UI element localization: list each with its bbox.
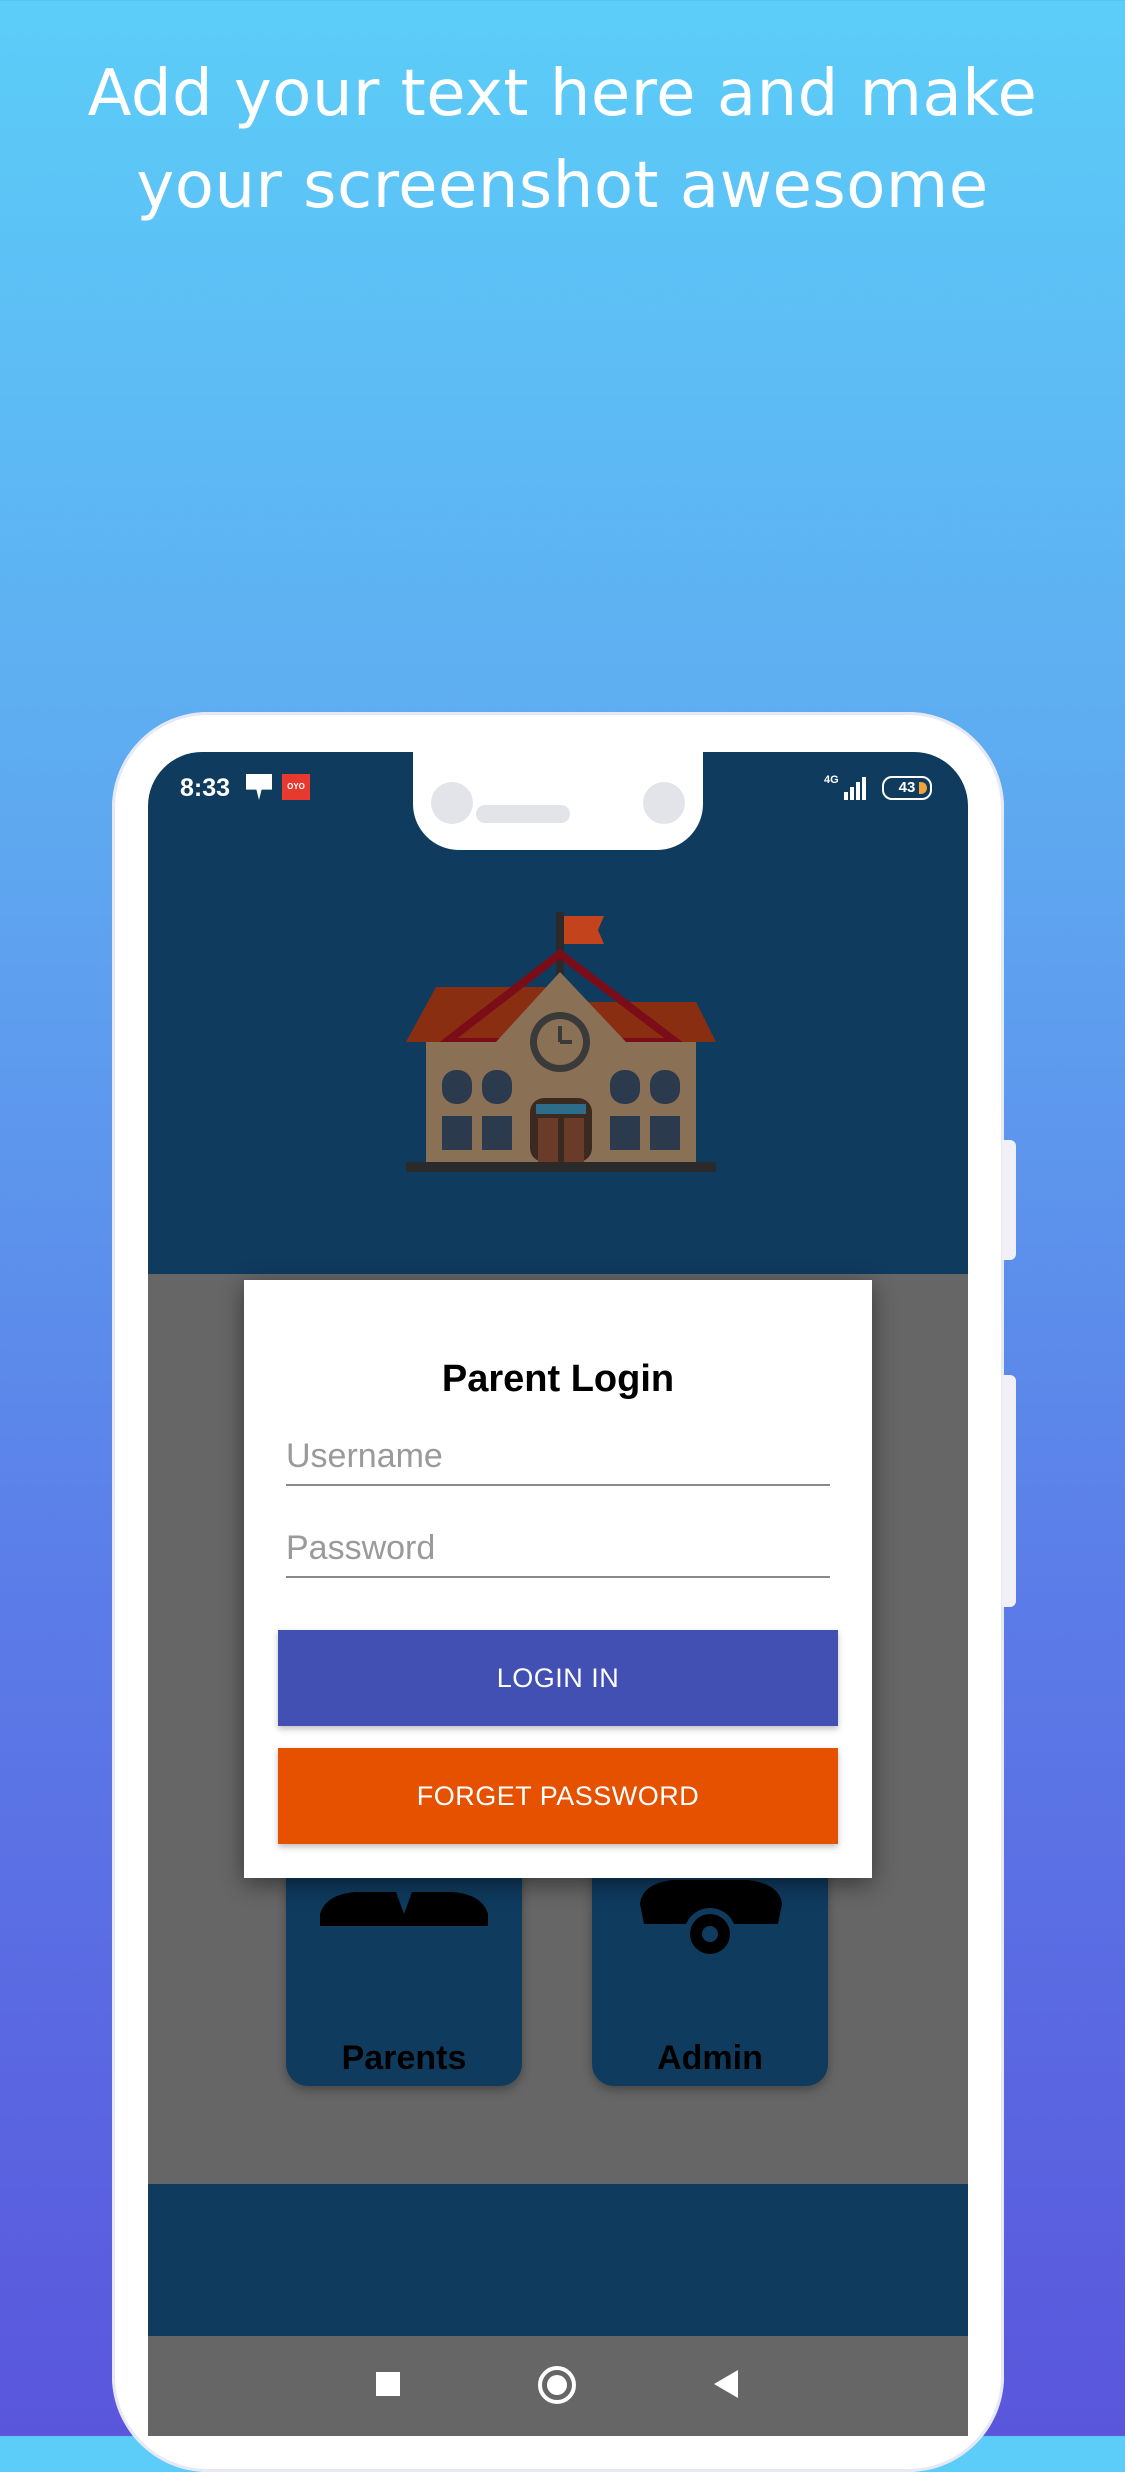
parents-tile[interactable]: Parents (286, 1864, 522, 2086)
oyo-notification-icon: OYO (282, 774, 310, 800)
bottom-band (148, 2184, 968, 2336)
headline-line-1: Add your text here and make (87, 57, 1038, 131)
school-building-icon (406, 912, 716, 1172)
dialog-title: Parent Login (441, 1358, 675, 1400)
home-circle-nav-icon[interactable] (538, 2366, 576, 2404)
network-type: 4G (824, 774, 839, 786)
phone-side-button-bottom (1002, 1375, 1016, 1607)
admin-label: Admin (657, 2039, 763, 2077)
signal-icon (840, 774, 872, 800)
back-triangle-nav-icon[interactable] (714, 2370, 738, 2398)
square-nav-icon[interactable] (376, 2372, 400, 2396)
headline-line-2: your screenshot awesome (136, 149, 989, 223)
login-button[interactable]: LOGIN IN (278, 1630, 838, 1726)
notification-image-icon (246, 774, 272, 800)
username-input[interactable] (286, 1428, 830, 1486)
headline: Add your text here and make your screens… (0, 48, 1125, 232)
speaker-grille (476, 805, 570, 823)
parent-login-dialog: Parent Login LOGIN IN FORGET PASSWORD (244, 1280, 872, 1878)
password-input[interactable] (286, 1520, 830, 1578)
camera-notch (413, 752, 703, 850)
battery-icon: 43 (882, 776, 932, 800)
admin-tile[interactable]: Admin (592, 1864, 828, 2086)
status-time: 8:33 (180, 774, 231, 802)
forget-password-button[interactable]: FORGET PASSWORD (278, 1748, 838, 1844)
phone-side-button-top (1002, 1140, 1016, 1260)
system-nav-bar (148, 2336, 968, 2436)
parents-label: Parents (341, 2039, 467, 2077)
